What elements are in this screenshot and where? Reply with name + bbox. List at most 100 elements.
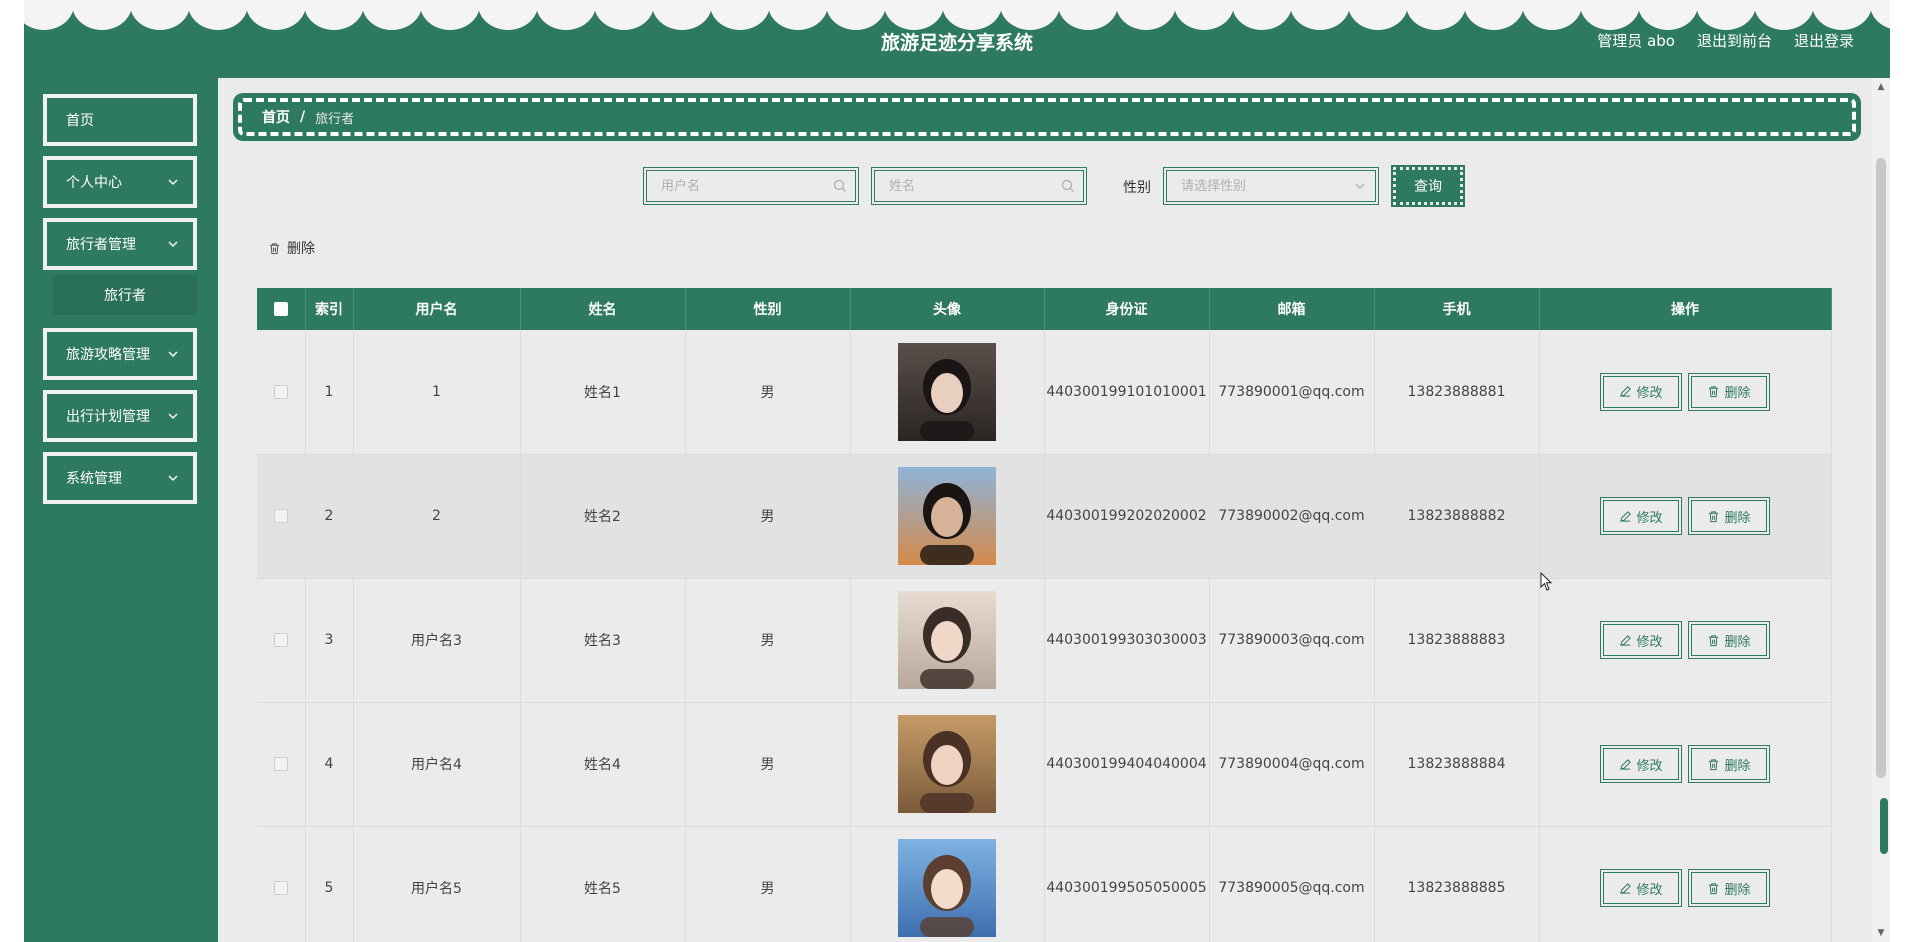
traveler-table: 索引 用户名 姓名 性别 头像 身份证 邮箱 手机 操作 1 1 姓名1 男 44030… [257, 288, 1832, 942]
sidebar-item-label: 出行计划管理 [66, 409, 150, 425]
scallop-shape [1058, 0, 1118, 30]
username-cell: 2 [353, 454, 521, 579]
sidebar-subitem-traveler[interactable]: 旅行者 [53, 275, 197, 315]
table-row: 5 用户名5 姓名5 男 440300199505050005 773890005@qq.… [257, 826, 1832, 942]
row-select-cell[interactable] [257, 826, 306, 942]
scallop-shape [594, 0, 654, 30]
edit-button[interactable]: 修改 [1600, 497, 1682, 535]
avatar[interactable] [898, 839, 996, 937]
name-search-field[interactable] [871, 167, 1087, 205]
admin-label: 管理员 abo [1597, 32, 1675, 50]
query-button[interactable]: 查询 [1391, 165, 1465, 207]
select-all-column[interactable] [257, 288, 306, 330]
avatar[interactable] [898, 342, 996, 441]
chevron-down-icon [168, 413, 178, 419]
edit-button-label: 修改 [1636, 758, 1663, 774]
row-select-cell[interactable] [257, 578, 306, 703]
scallop-shape [942, 0, 1002, 30]
bulk-delete-label: 删除 [287, 241, 315, 257]
scroll-up-icon[interactable]: ▲ [1876, 82, 1886, 92]
scallop-shape [1580, 0, 1640, 30]
chevron-down-icon [168, 241, 178, 247]
scroll-down-icon[interactable]: ▼ [1876, 928, 1886, 938]
row-select-cell[interactable] [257, 454, 306, 579]
sidebar-item-label: 系统管理 [66, 471, 122, 487]
sidebar-item-personal-center[interactable]: 个人中心 [43, 156, 197, 208]
edit-button[interactable]: 修改 [1600, 372, 1682, 411]
row-select-cell[interactable] [257, 702, 306, 827]
row-checkbox[interactable] [273, 633, 288, 647]
table-row: 4 用户名4 姓名4 男 440300199404040004 773890004@qq.… [257, 702, 1832, 827]
scroll-position-indicator[interactable] [1880, 798, 1888, 854]
avatar[interactable] [898, 467, 996, 565]
edit-button[interactable]: 修改 [1600, 621, 1682, 659]
gender-cell: 男 [685, 578, 851, 703]
scallop-shape [1696, 0, 1756, 30]
username-input[interactable] [647, 171, 855, 201]
breadcrumb: 首页 / 旅行者 [233, 93, 1861, 141]
chevron-down-icon [168, 179, 178, 185]
search-icon [833, 179, 846, 192]
scallop-shape [1174, 0, 1234, 30]
scallop-shape [826, 0, 886, 30]
edit-button[interactable]: 修改 [1600, 869, 1682, 907]
scallop-shape [1232, 0, 1292, 30]
breadcrumb-home[interactable]: 首页 [262, 107, 290, 127]
column-header: 姓名 [520, 288, 686, 330]
row-checkbox[interactable] [273, 757, 288, 771]
column-header: 头像 [850, 288, 1045, 330]
table-row: 2 2 姓名2 男 440300199202020002 773890002@qq.com… [257, 454, 1832, 579]
row-checkbox[interactable] [273, 384, 288, 399]
scrollbar-thumb[interactable] [1876, 158, 1886, 778]
delete-button-label: 删除 [1724, 510, 1751, 526]
delete-button[interactable]: 删除 [1688, 497, 1770, 535]
select-all-checkbox[interactable] [273, 302, 288, 316]
sidebar-item-guide-management[interactable]: 旅游攻略管理 [43, 328, 197, 380]
gender-select-input[interactable] [1167, 171, 1375, 201]
column-header: 用户名 [353, 288, 521, 330]
scallop-shape [1000, 0, 1060, 30]
index-cell: 2 [305, 454, 354, 579]
edit-button[interactable]: 修改 [1600, 745, 1682, 783]
delete-button[interactable]: 删除 [1688, 621, 1770, 659]
main-content: 首页 / 旅行者 性别 查询 删除 [218, 78, 1872, 942]
delete-button[interactable]: 删除 [1688, 745, 1770, 783]
scallop-shape [130, 0, 190, 30]
username-cell: 用户名4 [353, 702, 521, 827]
delete-button[interactable]: 删除 [1688, 869, 1770, 907]
gender-select[interactable] [1163, 167, 1379, 205]
scallop-shape [188, 0, 248, 30]
sidebar-item-system-management[interactable]: 系统管理 [43, 452, 197, 504]
name-cell: 姓名3 [520, 578, 686, 703]
row-checkbox[interactable] [273, 509, 288, 523]
sidebar-item-home[interactable]: 首页 [43, 94, 197, 146]
name-cell: 姓名2 [520, 454, 686, 579]
sidebar-item-traveler-management[interactable]: 旅行者管理 [43, 218, 197, 270]
row-checkbox[interactable] [273, 881, 288, 895]
delete-button[interactable]: 删除 [1688, 372, 1770, 411]
bulk-delete-button[interactable]: 删除 [268, 238, 315, 258]
scallop-shape [1348, 0, 1408, 30]
back-to-front-link[interactable]: 退出到前台 [1697, 30, 1772, 51]
breadcrumb-separator: / [300, 109, 306, 125]
id-card-cell: 440300199101010001 [1044, 330, 1210, 455]
edit-icon [1620, 634, 1632, 646]
trash-icon [1709, 634, 1719, 646]
avatar[interactable] [898, 715, 996, 813]
email-cell: 773890004@qq.com [1209, 702, 1375, 827]
avatar[interactable] [898, 591, 996, 689]
header: 旅游足迹分享系统 管理员 abo 退出到前台 退出登录 [24, 0, 1890, 78]
trash-icon [269, 242, 280, 254]
email-cell: 773890002@qq.com [1209, 454, 1375, 579]
scrollbar[interactable]: ▲ ▼ [1872, 78, 1890, 942]
sidebar-item-trip-plan-management[interactable]: 出行计划管理 [43, 390, 197, 442]
logout-link[interactable]: 退出登录 [1794, 30, 1854, 51]
username-search-field[interactable] [643, 167, 859, 205]
table-row: 3 用户名3 姓名3 男 440300199303030003 773890003@qq.… [257, 578, 1832, 703]
search-bar: 性别 查询 [218, 165, 1872, 207]
chevron-down-icon [1355, 183, 1365, 189]
sidebar: 首页 个人中心 旅行者管理 旅行者 旅游攻略管理 出行计划管理 系统管理 [24, 78, 218, 942]
name-input[interactable] [875, 171, 1083, 201]
row-select-cell[interactable] [257, 330, 306, 455]
email-cell: 773890003@qq.com [1209, 578, 1375, 703]
